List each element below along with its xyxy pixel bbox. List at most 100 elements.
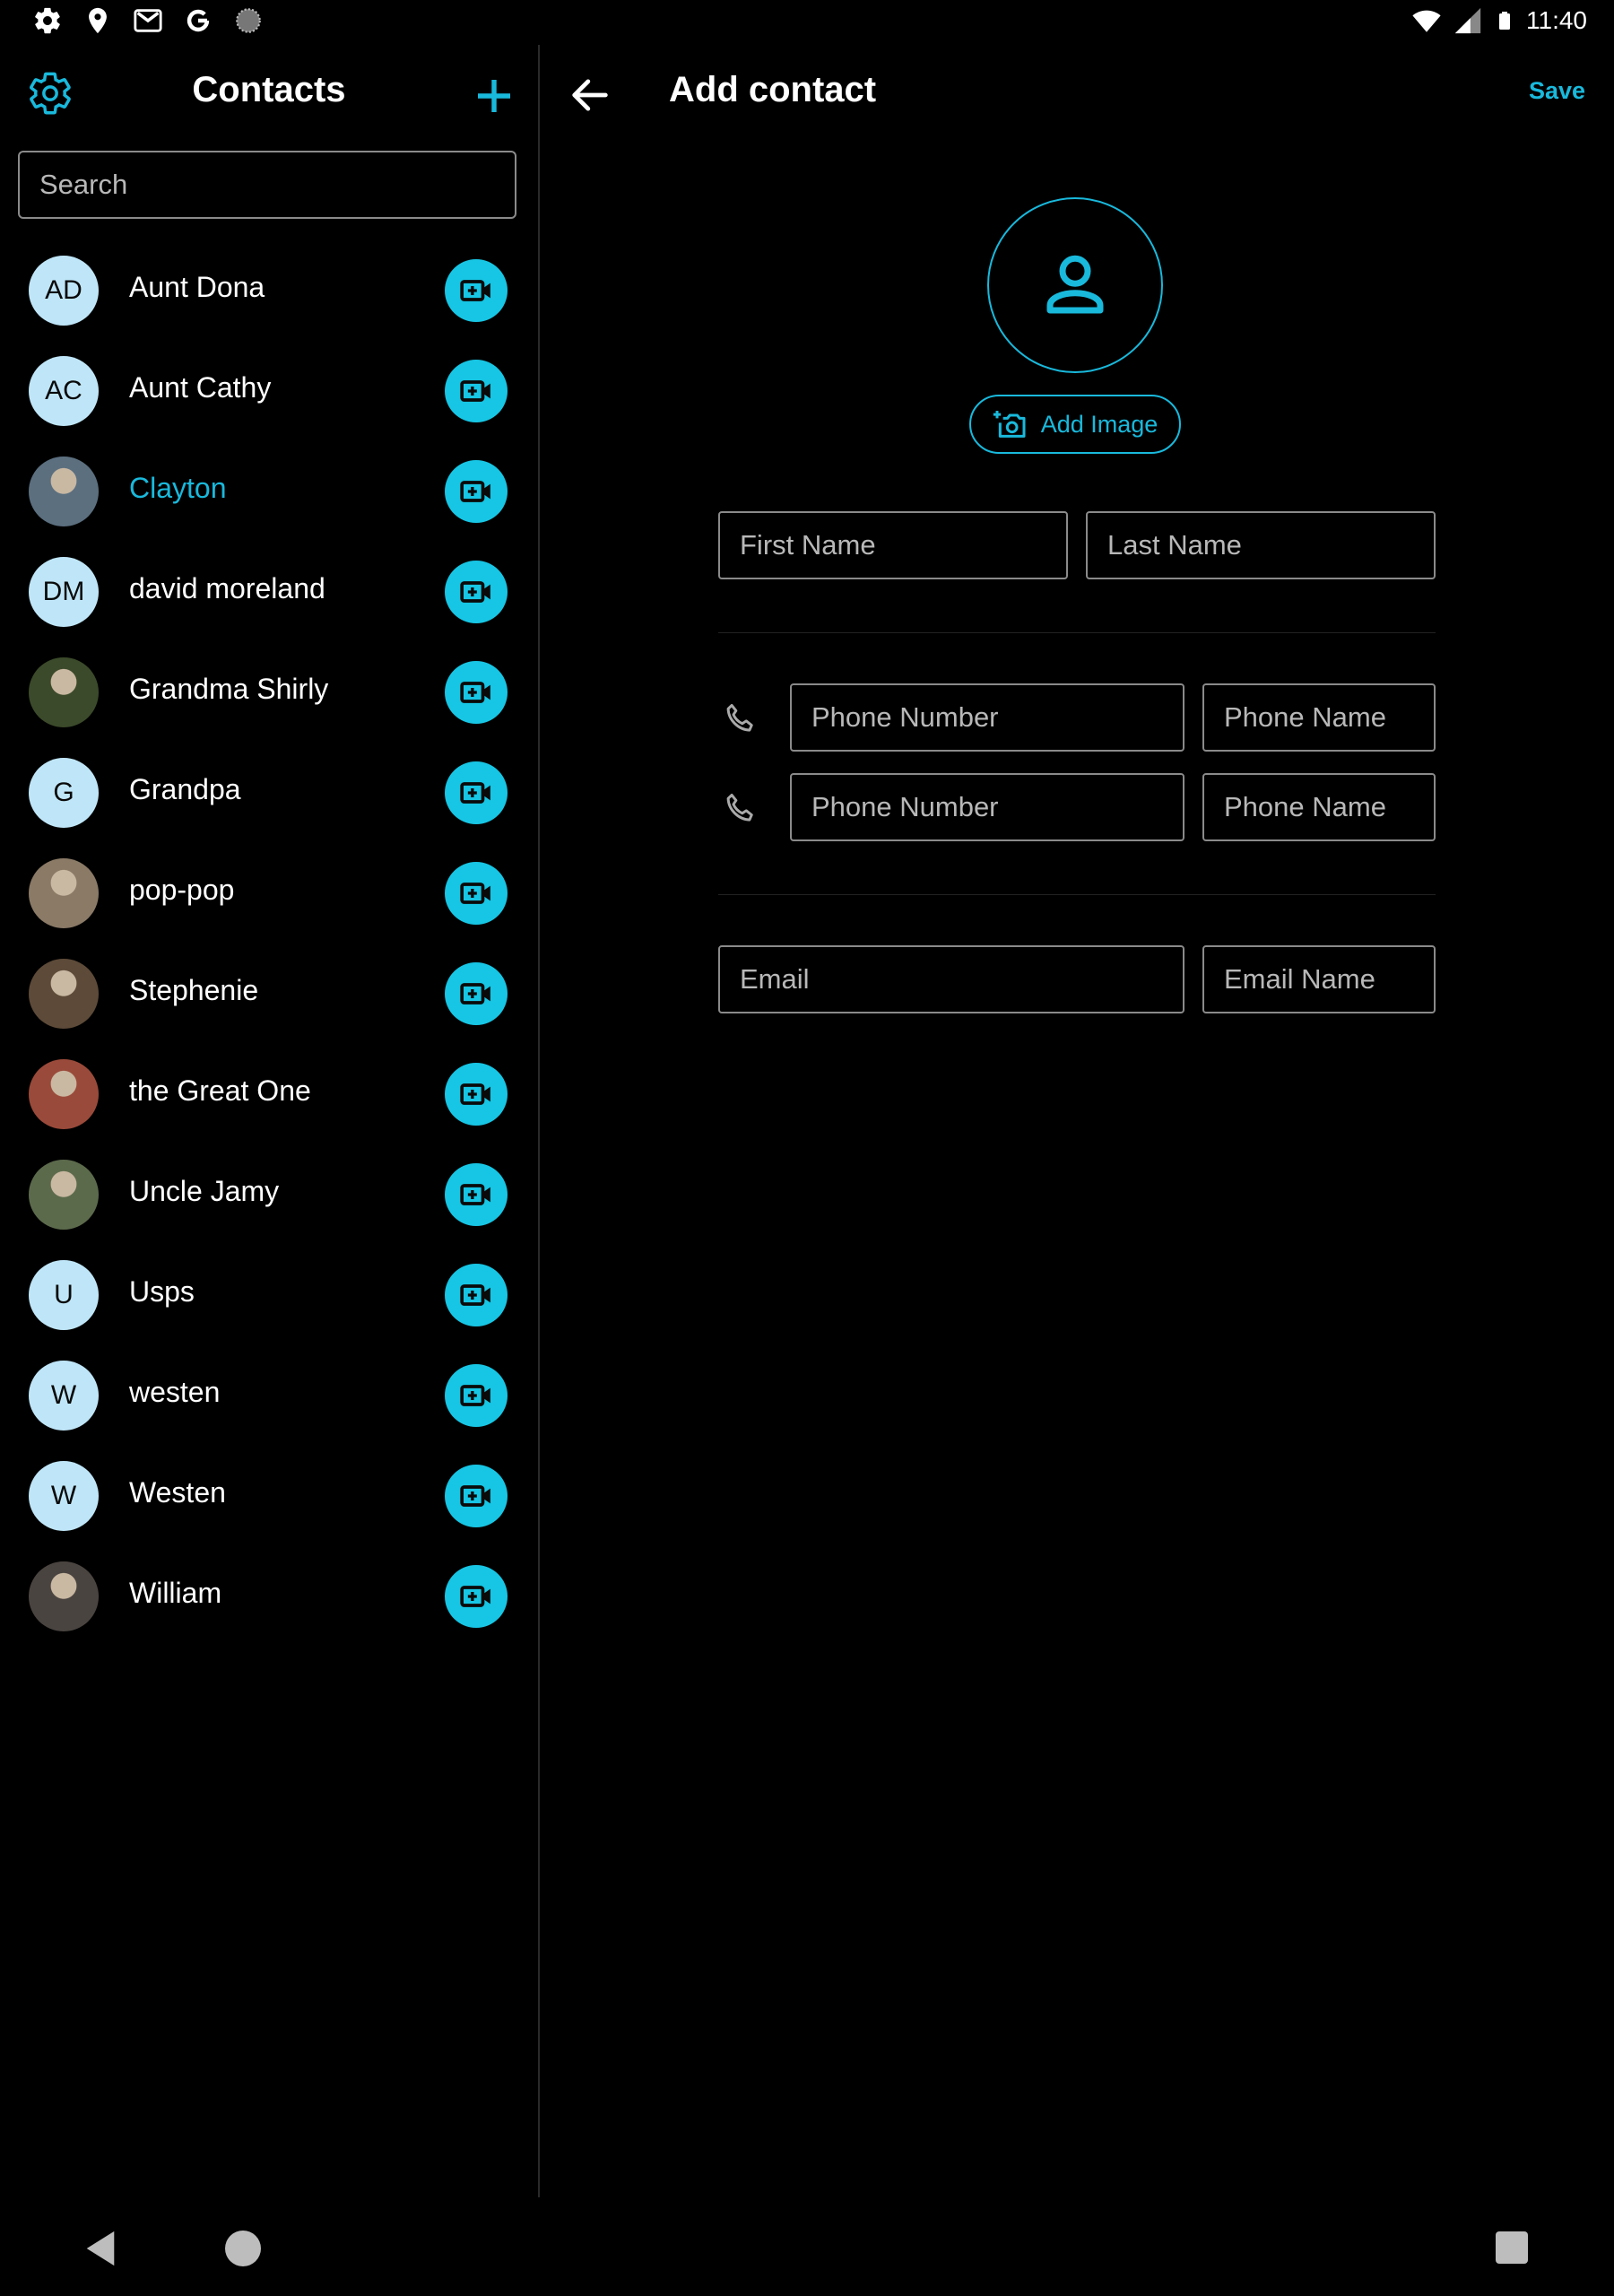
contact-row[interactable]: AD Aunt Dona: [0, 240, 538, 341]
avatar-photo: [29, 1561, 99, 1631]
video-call-button[interactable]: [445, 561, 508, 623]
avatar-initials: DM: [29, 557, 99, 627]
avatar-photo: [29, 1059, 99, 1129]
contact-name: Stephenie: [129, 974, 259, 1006]
video-call-button[interactable]: [445, 761, 508, 824]
video-call-icon: [460, 782, 490, 804]
google-icon: [187, 9, 210, 32]
phone-name-field-2[interactable]: [1202, 773, 1436, 841]
contact-name: Uncle Jamy: [129, 1175, 280, 1207]
divider: [718, 632, 1436, 633]
cell-signal-icon: [1454, 7, 1481, 34]
email-field[interactable]: [718, 945, 1184, 1013]
contacts-header: Contacts: [0, 45, 538, 144]
add-contact-plus-icon[interactable]: [470, 72, 518, 120]
contact-row[interactable]: DM david moreland: [0, 542, 538, 642]
contact-name: westen: [129, 1376, 221, 1408]
contact-name: Clayton: [129, 472, 227, 504]
gear-icon: [35, 7, 60, 34]
contact-name: the Great One: [129, 1074, 311, 1107]
gmail-icon: [134, 9, 162, 32]
contact-list: AD Aunt Dona AC Aunt Cathy Clayton DM david mo…: [0, 240, 538, 1647]
contact-row[interactable]: Stephenie: [0, 944, 538, 1044]
contact-row[interactable]: W Westen: [0, 1446, 538, 1546]
contact-row[interactable]: pop-pop: [0, 843, 538, 944]
video-call-button[interactable]: [445, 1364, 508, 1427]
avatar-initials: AD: [29, 256, 99, 326]
video-call-icon: [460, 481, 490, 502]
video-call-button[interactable]: [445, 862, 508, 925]
phone-icon: [726, 703, 753, 732]
nav-recents-square-icon[interactable]: [1496, 2231, 1528, 2264]
avatar-photo: [29, 959, 99, 1029]
save-button[interactable]: Save: [1529, 77, 1585, 105]
video-call-button[interactable]: [445, 1163, 508, 1226]
contact-name: Grandpa: [129, 773, 241, 805]
video-call-button[interactable]: [445, 460, 508, 523]
contact-name: Grandma Shirly: [129, 673, 329, 705]
page-title: Add contact: [669, 70, 877, 109]
video-call-icon: [460, 1385, 490, 1406]
video-call-button[interactable]: [445, 962, 508, 1025]
video-call-icon: [460, 883, 490, 904]
avatar-initials: AC: [29, 356, 99, 426]
contacts-title: Contacts: [192, 70, 346, 109]
video-call-icon: [460, 1485, 490, 1507]
video-call-button[interactable]: [445, 1565, 508, 1628]
moon-icon: [236, 8, 261, 33]
navigation-bar: [0, 2197, 1614, 2296]
contact-name: Usps: [129, 1275, 195, 1308]
contact-name: Aunt Cathy: [129, 371, 272, 404]
video-call-button[interactable]: [445, 1063, 508, 1126]
add-contact-panel: Add contact Save Add Image: [540, 45, 1614, 2197]
nav-home-circle-icon[interactable]: [225, 2231, 261, 2266]
contact-row[interactable]: Clayton: [0, 441, 538, 542]
search-input[interactable]: [18, 151, 516, 219]
phone-name-field-1[interactable]: [1202, 683, 1436, 752]
first-name-field[interactable]: [718, 511, 1068, 579]
video-call-button[interactable]: [445, 259, 508, 322]
phone-number-field-2[interactable]: [790, 773, 1184, 841]
contact-row[interactable]: Wwesten: [0, 1345, 538, 1446]
contact-photo-placeholder[interactable]: [987, 197, 1163, 373]
avatar-photo: [29, 1160, 99, 1230]
phone-number-field-1[interactable]: [790, 683, 1184, 752]
contact-row[interactable]: Grandma Shirly: [0, 642, 538, 743]
last-name-field[interactable]: [1086, 511, 1436, 579]
video-call-button[interactable]: [445, 661, 508, 724]
video-call-icon: [460, 380, 490, 402]
video-call-icon: [460, 1284, 490, 1306]
contact-row[interactable]: William: [0, 1546, 538, 1647]
avatar-initials: W: [29, 1461, 99, 1531]
avatar-initials: U: [29, 1260, 99, 1330]
email-name-field[interactable]: [1202, 945, 1436, 1013]
add-image-label: Add Image: [1040, 410, 1158, 438]
battery-icon: [1499, 12, 1510, 30]
contact-name: Westen: [129, 1476, 226, 1509]
status-left-icons: [32, 5, 264, 36]
person-icon: [1046, 255, 1104, 314]
location-pin-icon: [89, 7, 107, 34]
contact-name: William: [129, 1577, 222, 1609]
nav-back-triangle-icon[interactable]: [82, 2230, 118, 2267]
video-call-icon: [460, 983, 490, 1004]
add-image-button[interactable]: Add Image: [969, 395, 1181, 454]
contact-row[interactable]: Uncle Jamy: [0, 1144, 538, 1245]
video-call-icon: [460, 581, 490, 603]
video-call-icon: [460, 280, 490, 301]
contact-name: pop-pop: [129, 874, 235, 906]
contact-name: david moreland: [129, 572, 325, 604]
contact-row[interactable]: U Usps: [0, 1245, 538, 1345]
clock: 11:40: [1526, 6, 1587, 34]
contact-row[interactable]: G Grandpa: [0, 743, 538, 843]
video-call-button[interactable]: [445, 1465, 508, 1527]
video-call-button[interactable]: [445, 1264, 508, 1326]
contact-row[interactable]: the Great One: [0, 1044, 538, 1144]
video-call-icon: [460, 682, 490, 703]
contacts-panel: Contacts AD Aunt Dona AC Aunt Cathy Clayton D…: [0, 45, 540, 2197]
contact-row[interactable]: AC Aunt Cathy: [0, 341, 538, 441]
add-photo-camera-icon: [993, 411, 1026, 438]
back-arrow-icon[interactable]: [567, 72, 613, 118]
video-call-button[interactable]: [445, 360, 508, 422]
phone-icon: [726, 793, 753, 822]
